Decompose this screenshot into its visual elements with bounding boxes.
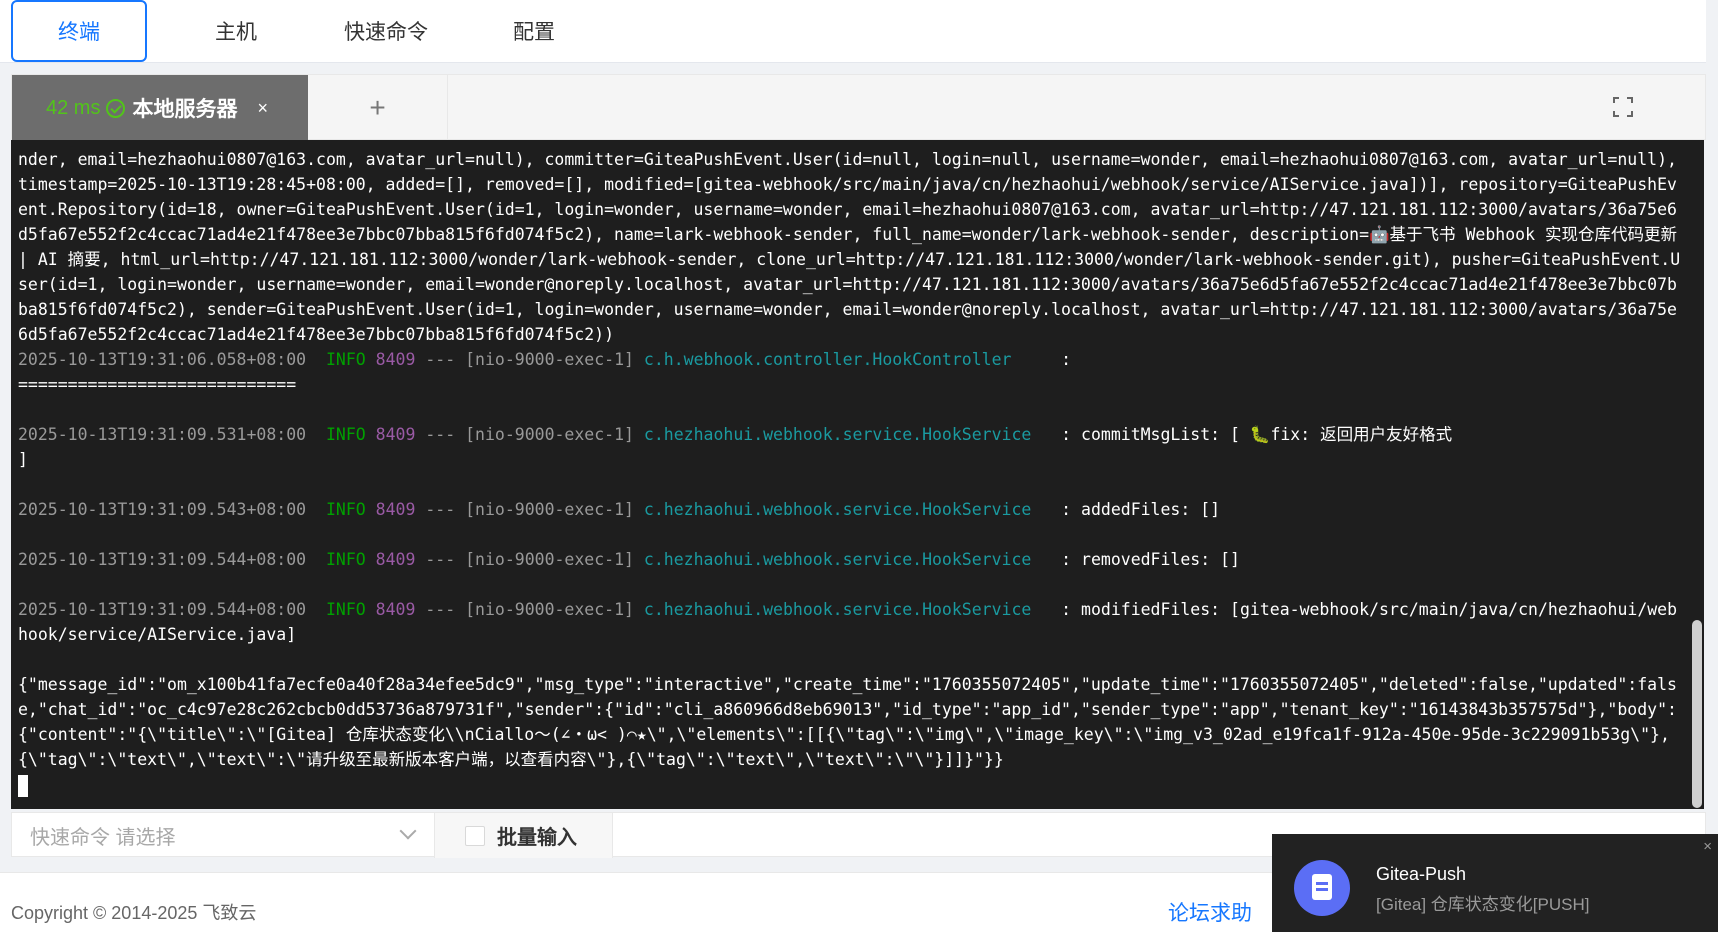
tab-quick-commands[interactable]: 快速命令 xyxy=(318,0,454,62)
log-thread: [nio-9000-exec-1] xyxy=(465,350,634,369)
terminal-line: nder, email=hezhaohui0807@163.com, avata… xyxy=(18,150,1687,344)
log-thread: [nio-9000-exec-1] xyxy=(465,500,634,519)
log-level: INFO xyxy=(325,425,366,444)
terminal-line: 2025-10-13T19:31:09.544+08:00 INFO 8409 … xyxy=(18,547,1682,572)
terminal-lines: nder, email=hezhaohui0807@163.com, avata… xyxy=(18,147,1682,797)
top-nav: 终端 主机 快速命令 配置 xyxy=(0,0,1706,63)
log-message: : xyxy=(1061,350,1072,369)
log-pid: 8409 xyxy=(375,425,416,444)
quick-command-select[interactable]: 快速命令 请选择 xyxy=(12,813,435,858)
notification-close-icon[interactable]: × xyxy=(1703,838,1712,855)
log-timestamp: 2025-10-13T19:31:09.544+08:00 xyxy=(18,600,307,619)
log-timestamp: 2025-10-13T19:31:09.531+08:00 xyxy=(18,425,307,444)
terminal-output[interactable]: nder, email=hezhaohui0807@163.com, avata… xyxy=(11,140,1704,809)
terminal-line: 2025-10-13T19:31:09.543+08:00 INFO 8409 … xyxy=(18,497,1682,522)
tab-terminal[interactable]: 终端 xyxy=(11,0,147,62)
batch-input-toggle[interactable]: 批量输入 xyxy=(435,813,613,858)
log-separator: --- xyxy=(425,350,456,369)
session-tab[interactable]: 42 ms 本地服务器 × xyxy=(12,75,308,141)
tab-config[interactable]: 配置 xyxy=(466,0,602,62)
terminal-line: {"message_id":"om_x100b41fa7ecfe0a40f28a… xyxy=(18,675,1677,769)
log-logger: c.hezhaohui.webhook.service.HookService xyxy=(643,550,1052,569)
terminal-line: 2025-10-13T19:31:06.058+08:00 INFO 8409 … xyxy=(18,347,1682,372)
forum-help-link[interactable]: 论坛求助 xyxy=(1168,897,1252,927)
add-session-icon[interactable]: + xyxy=(308,75,448,141)
connected-check-icon xyxy=(106,98,126,118)
session-name: 本地服务器 xyxy=(132,98,238,121)
terminal-line xyxy=(18,772,1682,797)
log-logger: c.hezhaohui.webhook.service.HookService xyxy=(643,600,1052,619)
terminal-cursor xyxy=(18,774,28,797)
log-message: : removedFiles: [] xyxy=(1061,550,1240,569)
session-tab-bar: 42 ms 本地服务器 × + xyxy=(11,74,1706,141)
terminal-scrollbar[interactable] xyxy=(1692,620,1702,808)
log-message: : commitMsgList: [ 🐛fix: 返回用户友好格式 xyxy=(1061,425,1453,444)
log-level: INFO xyxy=(325,600,366,619)
log-thread: [nio-9000-exec-1] xyxy=(465,550,634,569)
log-separator: --- xyxy=(425,425,456,444)
notification-title: Gitea-Push xyxy=(1376,864,1467,884)
log-pid: 8409 xyxy=(375,350,416,369)
log-timestamp: 2025-10-13T19:31:06.058+08:00 xyxy=(18,350,307,369)
batch-input-checkbox[interactable] xyxy=(465,825,485,846)
log-logger: c.h.webhook.controller.HookController xyxy=(643,350,1052,369)
log-level: INFO xyxy=(325,350,366,369)
notification-body: [Gitea] 仓库状态变化[PUSH] xyxy=(1376,895,1590,914)
log-separator: --- xyxy=(425,500,456,519)
terminal-line: ] xyxy=(18,450,28,469)
notification-toast[interactable]: Gitea-Push [Gitea] 仓库状态变化[PUSH] × xyxy=(1272,834,1718,932)
chevron-down-icon xyxy=(399,822,417,840)
fullscreen-icon[interactable] xyxy=(1613,97,1633,117)
log-pid: 8409 xyxy=(375,500,416,519)
quick-command-placeholder: 快速命令 请选择 xyxy=(30,827,176,849)
log-thread: [nio-9000-exec-1] xyxy=(465,425,634,444)
document-icon xyxy=(1294,860,1350,916)
log-pid: 8409 xyxy=(375,600,416,619)
log-level: INFO xyxy=(325,500,366,519)
terminal-line: 2025-10-13T19:31:09.531+08:00 INFO 8409 … xyxy=(18,422,1682,447)
log-level: INFO xyxy=(325,550,366,569)
log-pid: 8409 xyxy=(375,550,416,569)
log-separator: --- xyxy=(425,600,456,619)
log-separator: --- xyxy=(425,550,456,569)
terminal-line: ============================ xyxy=(18,375,297,394)
tab-hosts[interactable]: 主机 xyxy=(168,0,304,62)
log-timestamp: 2025-10-13T19:31:09.544+08:00 xyxy=(18,550,307,569)
log-logger: c.hezhaohui.webhook.service.HookService xyxy=(643,425,1052,444)
terminal-line: 2025-10-13T19:31:09.544+08:00 INFO 8409 … xyxy=(18,597,1682,647)
log-logger: c.hezhaohui.webhook.service.HookService xyxy=(643,500,1052,519)
close-session-icon[interactable]: × xyxy=(257,98,268,119)
copyright-text: Copyright © 2014-2025 飞致云 xyxy=(11,903,257,923)
batch-input-label: 批量输入 xyxy=(497,827,577,849)
log-message: : addedFiles: [] xyxy=(1061,500,1221,519)
log-timestamp: 2025-10-13T19:31:09.543+08:00 xyxy=(18,500,307,519)
log-thread: [nio-9000-exec-1] xyxy=(465,600,634,619)
latency-label: 42 ms xyxy=(46,96,101,119)
